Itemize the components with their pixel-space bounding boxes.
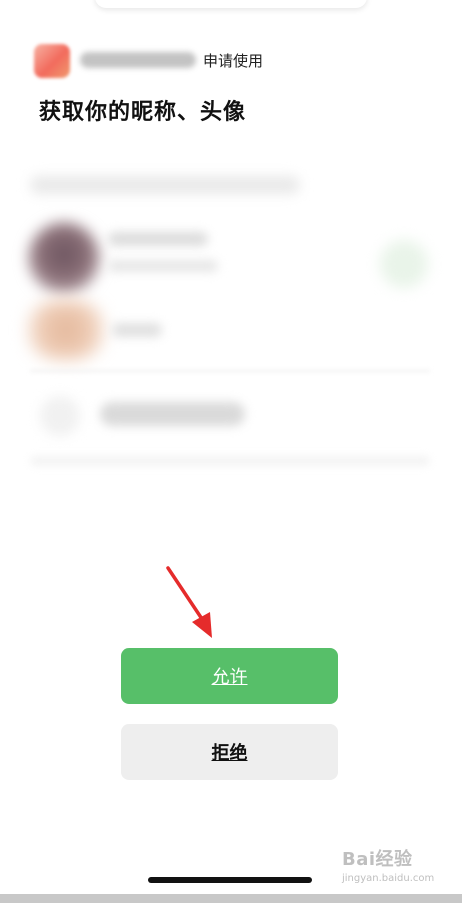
top-sheet-handle [95,0,367,8]
selected-check-icon[interactable] [380,240,428,288]
nickname-detail-blurred [108,260,218,272]
divider [30,370,430,372]
avatar[interactable] [28,300,104,360]
blurred-footer [30,456,430,466]
app-icon [34,44,70,78]
blurred-profile-list [0,160,462,490]
nickname-blurred [112,323,162,337]
avatar[interactable] [28,222,100,294]
bottom-strip [0,894,462,903]
page-title: 获取你的昵称、头像 [39,100,247,125]
home-indicator[interactable] [148,877,312,883]
app-name-blurred [80,52,196,68]
nickname-blurred [108,232,208,246]
allow-button[interactable]: 允许 [121,648,338,704]
watermark-logo: Bai经验 [342,849,413,870]
red-arrow-annotation [166,566,212,638]
add-icon[interactable] [40,396,80,436]
apply-text: 申请使用 [203,52,264,70]
deny-button[interactable]: 拒绝 [121,724,338,780]
add-profile-button-blurred[interactable] [100,402,245,426]
watermark-url: jingyan.baidu.com [342,873,435,884]
baidu-jingyan-watermark: Bai经验 jingyan.baidu.com [342,845,442,889]
blurred-caption [30,176,300,194]
